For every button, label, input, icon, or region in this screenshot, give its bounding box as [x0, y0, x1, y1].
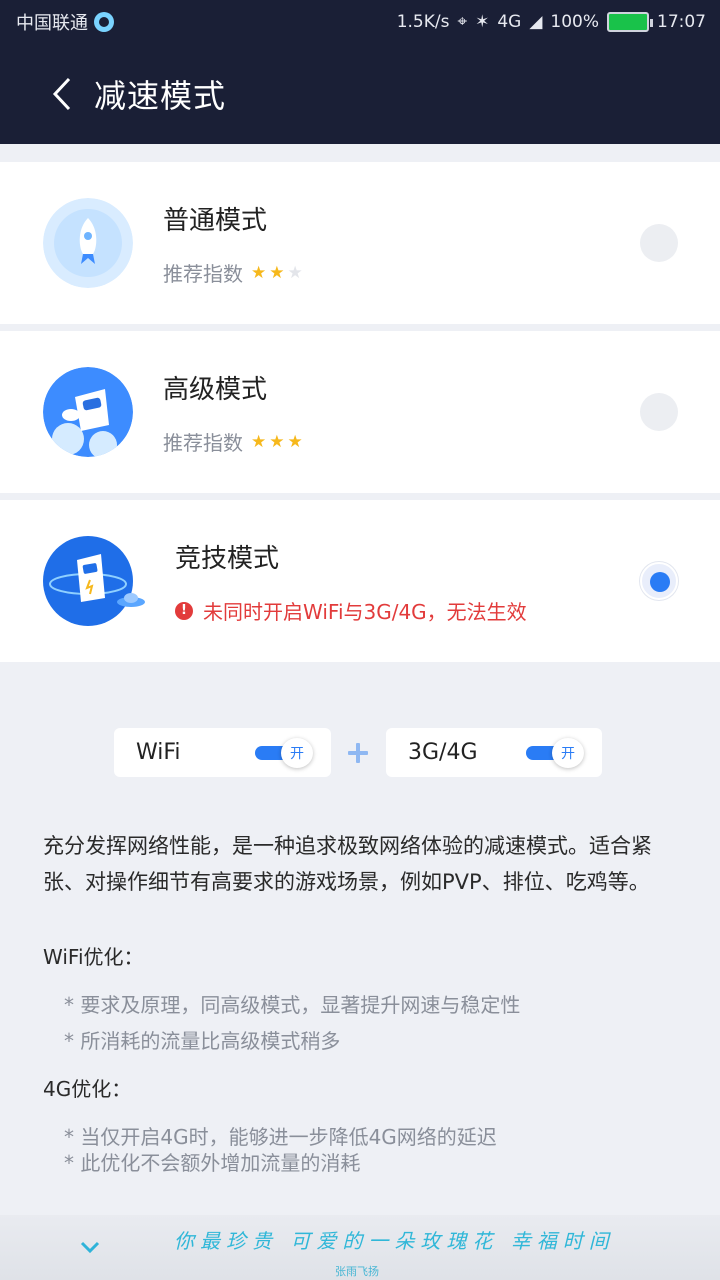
star-empty-icon: ★	[287, 262, 303, 283]
battery-icon	[607, 12, 653, 32]
competitive-robot-icon	[43, 536, 145, 626]
mode-card-competitive[interactable]: 竞技模式 ! 未同时开启WiFi与3G/4G，无法生效	[0, 500, 720, 662]
mode-warning: ! 未同时开启WiFi与3G/4G，无法生效	[175, 596, 527, 625]
star-filled-icon: ★	[269, 431, 285, 452]
cellular-optimization-title: 4G优化：	[43, 1077, 132, 1101]
wifi-label: WiFi	[136, 740, 181, 765]
status-bar: 中国联通 1.5K/s ⌖ ✶ 4G ◢ 100% 17:07	[0, 0, 720, 44]
mode-radio-normal[interactable]	[640, 224, 678, 262]
signal-icon: ◢	[529, 12, 543, 32]
star-filled-icon: ★	[251, 431, 267, 452]
cellular-point: * 此优化不会额外增加流量的消耗	[64, 1151, 361, 1175]
recommend-label: 推荐指数	[163, 431, 243, 455]
mode-description: 充分发挥网络性能，是一种追求极致网络体验的减速模式。适合紧张、对操作细节有高要求…	[43, 834, 652, 894]
star-filled-icon: ★	[269, 262, 285, 283]
mode-radio-competitive[interactable]	[640, 562, 678, 600]
cellular-switch[interactable]: 开	[526, 738, 588, 768]
mode-card-advanced[interactable]: 高级模式 推荐指数 ★ ★ ★	[0, 331, 720, 493]
wifi-point: * 要求及原理，同高级模式，显著提升网速与稳定性	[64, 993, 521, 1017]
lyric-artist: 张雨飞扬	[335, 1265, 379, 1278]
clock: 17:07	[657, 12, 706, 32]
cellular-label: 3G/4G	[408, 740, 478, 765]
recommend-label: 推荐指数	[163, 262, 243, 286]
recommend-row: 推荐指数 ★ ★ ★	[163, 427, 303, 456]
switch-knob: 开	[281, 738, 313, 768]
star-filled-icon: ★	[251, 262, 267, 283]
switch-knob: 开	[552, 738, 584, 768]
back-arrow-icon[interactable]	[32, 64, 92, 124]
carrier-label: 中国联通	[16, 13, 88, 34]
rocket-icon	[43, 198, 133, 288]
alert-icon: !	[175, 601, 193, 620]
mode-radio-advanced[interactable]	[640, 393, 678, 431]
mode-name: 竞技模式	[175, 544, 280, 574]
status-right: 1.5K/s ⌖ ✶ 4G ◢ 100% 17:07	[397, 12, 706, 32]
carrier-app-icon	[94, 12, 114, 32]
lyric-line: 你最珍贵 可爱的一朵玫瑰花 幸福时间	[174, 1229, 615, 1253]
cellular-point: * 当仅开启4G时，能够进一步降低4G网络的延迟	[64, 1125, 497, 1149]
wifi-point: * 所消耗的流量比高级模式稍多	[64, 1029, 341, 1053]
cellular-toggle-box: 3G/4G 开	[386, 728, 602, 777]
location-icon: ⌖	[457, 12, 468, 32]
plus-icon	[348, 743, 368, 763]
mode-name: 普通模式	[163, 206, 268, 236]
warning-text: 未同时开启WiFi与3G/4G，无法生效	[203, 600, 527, 624]
page-title: 减速模式	[94, 77, 227, 115]
wifi-optimization-title: WiFi优化：	[43, 945, 144, 969]
wifi-switch[interactable]: 开	[255, 738, 317, 768]
wifi-toggle-box: WiFi 开	[114, 728, 331, 777]
network-type: 4G	[497, 12, 522, 32]
app-header: 减速模式	[0, 44, 720, 144]
star-rating: ★ ★ ★	[251, 432, 303, 452]
recommend-row: 推荐指数 ★ ★ ★	[163, 258, 303, 287]
battery-percent: 100%	[550, 12, 599, 32]
star-filled-icon: ★	[287, 431, 303, 452]
star-rating: ★ ★ ★	[251, 263, 303, 283]
status-left: 中国联通	[16, 9, 114, 35]
mode-card-normal[interactable]: 普通模式 推荐指数 ★ ★ ★	[0, 162, 720, 324]
mode-name: 高级模式	[163, 375, 268, 405]
notification-stars-icon: ✶	[475, 12, 490, 32]
chevron-down-icon[interactable]	[78, 1238, 102, 1258]
robot-icon	[43, 367, 133, 457]
network-speed: 1.5K/s	[396, 12, 450, 32]
